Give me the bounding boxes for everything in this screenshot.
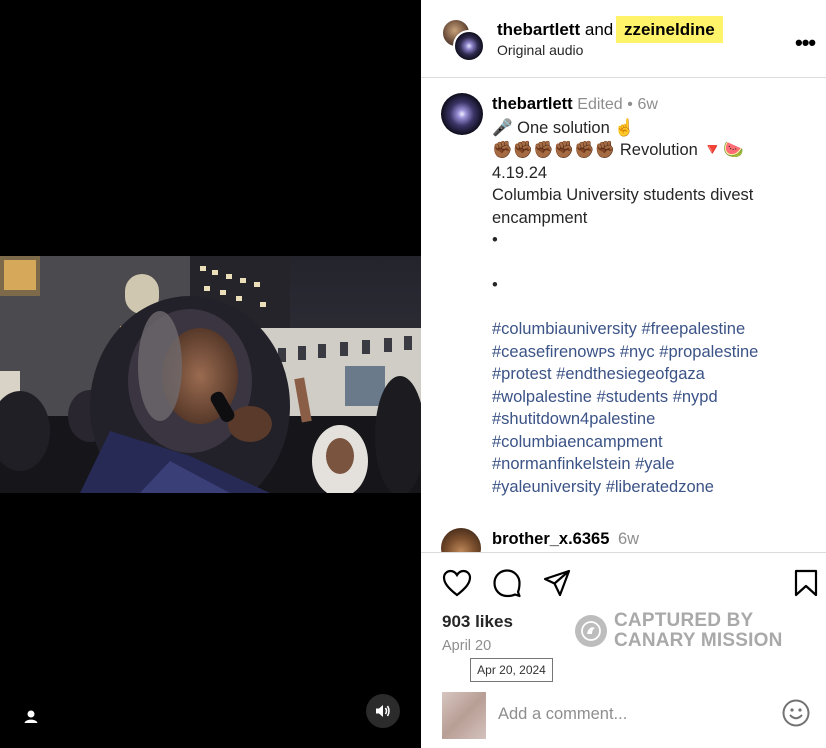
caption-dot: • (492, 275, 498, 294)
comment-item: brother_x.6365 6w (441, 528, 811, 553)
avatar[interactable] (441, 528, 481, 553)
hashtag-line[interactable]: #columbiaencampment (492, 431, 802, 454)
speaker-icon[interactable] (366, 694, 400, 728)
audio-link[interactable]: Original audio (497, 42, 583, 58)
hashtag-line[interactable]: #yaleuniversity #liberatedzone (492, 476, 802, 499)
meta-separator: • (627, 96, 633, 113)
post-panel: thebartlett and zzeineldine Original aud… (421, 0, 826, 748)
header-usernames: thebartlett and zzeineldine (497, 16, 723, 43)
watermark-line: CAPTURED BY (614, 610, 754, 631)
bookmark-icon[interactable] (789, 566, 823, 600)
share-icon[interactable] (540, 566, 574, 600)
comment-icon[interactable] (490, 566, 524, 600)
video-still (0, 256, 421, 493)
comment-input[interactable] (498, 702, 748, 726)
action-bar (421, 566, 826, 606)
post-date[interactable]: April 20 (442, 638, 491, 654)
emoji-icon[interactable] (781, 698, 811, 728)
date-tooltip: Apr 20, 2024 (470, 658, 553, 682)
comment-username[interactable]: brother_x.6365 (492, 530, 609, 548)
caption-username[interactable]: thebartlett (492, 95, 573, 113)
comment-composer (421, 690, 826, 748)
header-user-1[interactable]: thebartlett (497, 20, 580, 39)
hashtag-line[interactable]: #normanfinkelstein #yale (492, 453, 802, 476)
avatar[interactable] (441, 93, 483, 135)
header-conjunction: and (584, 20, 614, 39)
hashtag-line[interactable]: #columbiauniversity #freepalestine (492, 318, 802, 341)
avatar (442, 692, 486, 739)
watermark: CAPTURED BY CANARY MISSION (575, 611, 805, 655)
watermark-line: CANARY MISSION (614, 630, 783, 651)
comment-time[interactable]: 6w (618, 530, 639, 548)
header-user-2[interactable]: zzeineldine (615, 16, 723, 43)
more-options-icon[interactable]: ••• (795, 30, 816, 56)
avatar-stack[interactable] (441, 18, 487, 62)
caption-line: 🎤 One solution ☝️ (492, 118, 635, 137)
caption-line: 4.19.24 (492, 163, 548, 182)
caption-dot: • (492, 231, 498, 249)
canary-logo-icon (575, 615, 607, 647)
hashtag-line[interactable]: #wolpalestine #students #nypd (492, 386, 802, 409)
avatar[interactable] (453, 30, 485, 62)
caption-time[interactable]: 6w (637, 96, 657, 113)
hashtag-line[interactable]: #shutitdown4palestine (492, 408, 802, 431)
user-tag-icon[interactable] (20, 706, 42, 728)
media-viewer[interactable] (0, 0, 421, 748)
caption-scroll[interactable]: thebartlett Edited • 6w 🎤 One solution ☝… (421, 79, 826, 553)
caption: thebartlett Edited • 6w 🎤 One solution ☝… (492, 93, 802, 498)
caption-line: Columbia University students divest enca… (492, 186, 754, 227)
caption-line: ✊🏾✊🏾✊🏾✊🏾✊🏾✊🏾 Revolution 🔻🍉 (492, 141, 744, 159)
hashtag-line[interactable]: #ceasefirenowᴘs #nyc #propalestine (492, 341, 802, 364)
video-frame[interactable] (0, 256, 421, 493)
divider (421, 552, 826, 553)
hashtag-line[interactable]: #protest #endthesiegeofgaza (492, 363, 802, 386)
edited-label: Edited (577, 96, 623, 113)
likes-count[interactable]: 903 likes (442, 612, 513, 632)
heart-icon[interactable] (440, 566, 474, 600)
post-header: thebartlett and zzeineldine Original aud… (421, 0, 826, 78)
